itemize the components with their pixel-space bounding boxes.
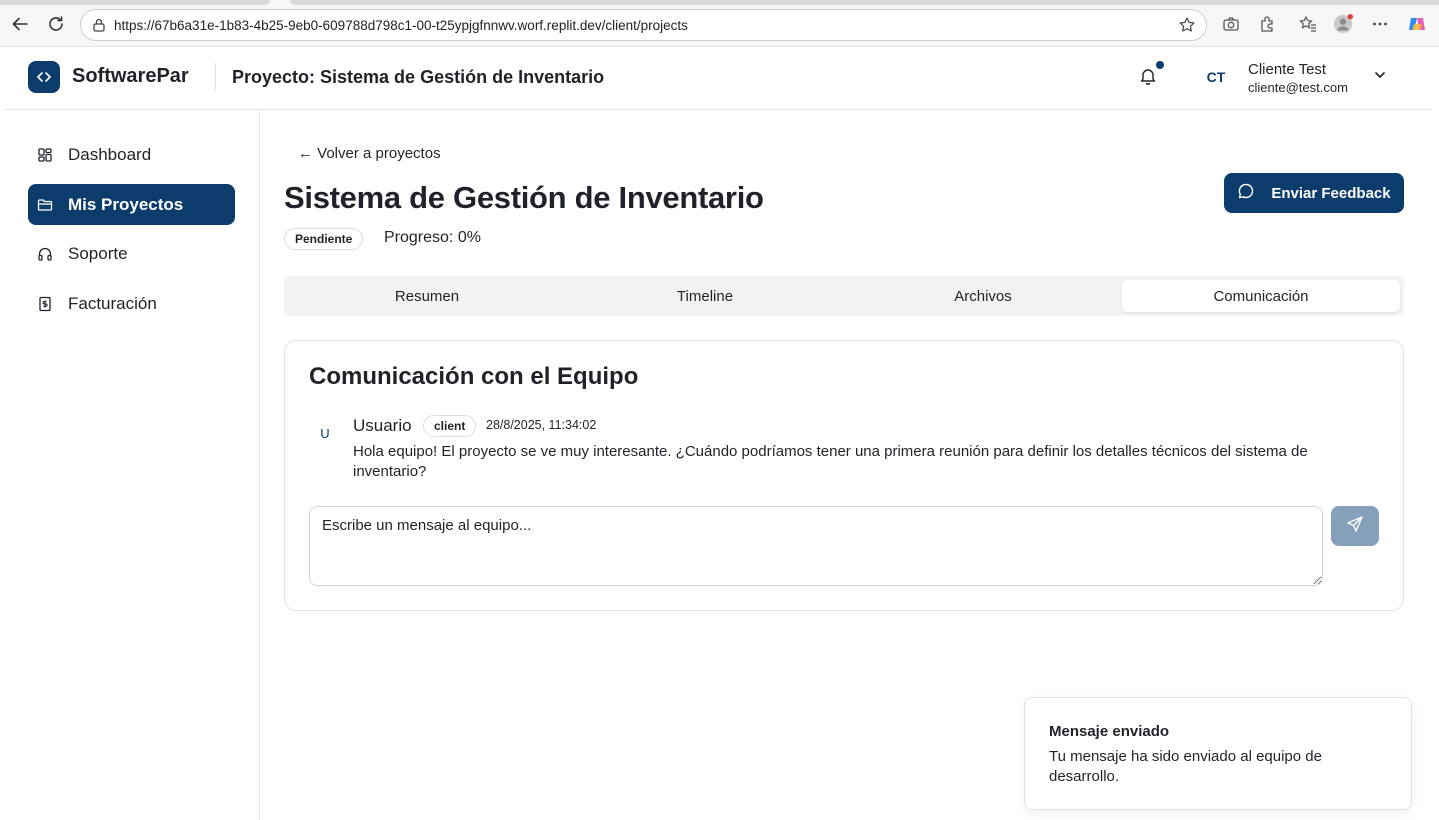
address-bar[interactable]: https://67b6a31e-1b83-4b25-9eb0-609788d7… <box>80 9 1207 41</box>
code-logo-icon[interactable] <box>28 61 60 93</box>
sidebar-item-billing[interactable]: Facturación <box>28 283 235 324</box>
sidebar-item-label: Facturación <box>68 293 157 313</box>
sidebar-item-projects[interactable]: Mis Proyectos <box>28 184 235 225</box>
user-name[interactable]: Cliente Test <box>1248 61 1326 78</box>
tab-timeline[interactable]: Timeline <box>566 280 844 312</box>
status-badge: Pendiente <box>284 228 364 250</box>
chevron-down-icon[interactable] <box>1372 67 1388 83</box>
favorite-star-icon[interactable] <box>1178 16 1196 39</box>
project-tabs: Resumen Timeline Archivos Comunicación <box>284 276 1404 316</box>
send-feedback-label: Enviar Feedback <box>1271 184 1391 202</box>
browser-toolbar: https://67b6a31e-1b83-4b25-9eb0-609788d7… <box>0 0 1439 47</box>
toast-title: Mensaje enviado <box>1049 723 1170 740</box>
url-text[interactable]: https://67b6a31e-1b83-4b25-9eb0-609788d7… <box>114 18 688 33</box>
site-info-icon[interactable] <box>91 17 107 38</box>
camera-icon[interactable] <box>1221 14 1241 34</box>
headphones-icon <box>36 245 54 263</box>
sidebar-item-label: Dashboard <box>68 144 152 164</box>
page-title: Sistema de Gestión de Inventario <box>284 180 764 215</box>
toast-text: Tu mensaje ha sido enviado al equipo de … <box>1049 748 1322 785</box>
browser-tab-edge <box>290 0 1439 5</box>
user-email: cliente@test.com <box>1248 80 1348 95</box>
tab-summary[interactable]: Resumen <box>288 280 566 312</box>
sidebar-item-dashboard[interactable]: Dashboard <box>28 134 235 175</box>
sidebar: Dashboard Mis Proyectos Soporte Facturac… <box>4 110 260 820</box>
send-feedback-button[interactable]: Enviar Feedback <box>1224 173 1404 213</box>
more-menu-icon[interactable] <box>1370 14 1390 34</box>
send-message-button[interactable] <box>1331 506 1379 546</box>
favorites-icon[interactable] <box>1298 14 1318 34</box>
message-input[interactable] <box>309 506 1323 586</box>
notification-dot <box>1156 61 1164 69</box>
extensions-icon[interactable] <box>1257 14 1277 34</box>
brand-name[interactable]: SoftwarePar <box>72 65 189 88</box>
tab-files[interactable]: Archivos <box>844 280 1122 312</box>
send-icon <box>1346 515 1364 538</box>
message-timestamp: 28/8/2025, 11:34:02 <box>486 418 597 432</box>
communication-title: Comunicación con el Equipo <box>309 363 639 390</box>
copilot-icon[interactable] <box>1407 14 1427 34</box>
app-header: SoftwarePar Proyecto: Sistema de Gestión… <box>4 47 1432 110</box>
communication-card: Comunicación con el Equipo U Usuario cli… <box>284 340 1404 611</box>
browser-tab-edge <box>0 0 270 5</box>
header-divider <box>215 63 216 91</box>
receipt-icon <box>36 295 54 313</box>
user-avatar[interactable]: CT <box>1198 61 1234 93</box>
reload-icon[interactable] <box>45 13 67 35</box>
tab-communication[interactable]: Comunicación <box>1122 280 1400 312</box>
grid-icon <box>36 146 54 164</box>
toast-notification[interactable]: Mensaje enviado Tu mensaje ha sido envia… <box>1024 697 1412 810</box>
message-role-badge: client <box>423 415 477 437</box>
back-arrow-icon[interactable] <box>9 13 31 35</box>
message-avatar: U <box>320 425 330 441</box>
progress-text: Progreso: 0% <box>384 229 481 246</box>
sidebar-item-support[interactable]: Soporte <box>28 233 235 274</box>
message-author: Usuario <box>353 416 412 435</box>
page-header-title: Proyecto: Sistema de Gestión de Inventar… <box>232 67 605 87</box>
sidebar-item-label: Soporte <box>68 243 128 263</box>
back-to-projects-link[interactable]: ← Volver a proyectos <box>298 145 441 162</box>
message-circle-icon <box>1237 182 1255 204</box>
folder-icon <box>36 196 54 214</box>
sidebar-item-label: Mis Proyectos <box>68 194 184 214</box>
message-text: Hola equipo! El proyecto se ve muy inter… <box>353 443 1308 480</box>
notifications-bell-icon[interactable] <box>1138 66 1158 86</box>
profile-icon[interactable] <box>1333 14 1353 34</box>
